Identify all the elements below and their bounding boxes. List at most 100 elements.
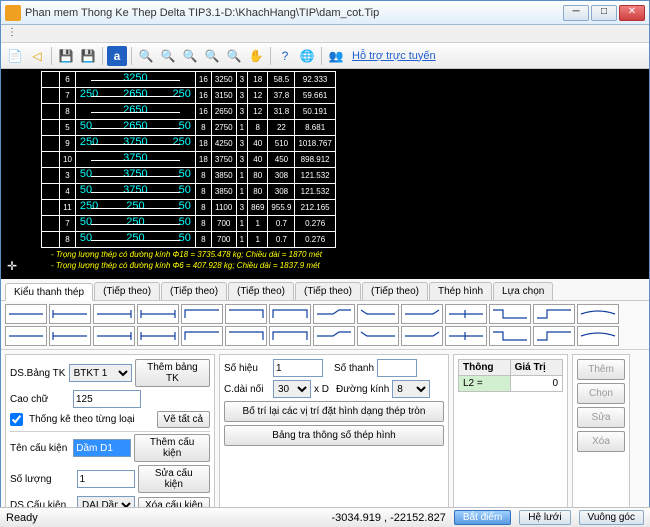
dk-select[interactable]: 8 <box>392 380 430 398</box>
ten-ck-input[interactable] <box>73 439 131 457</box>
shape-24[interactable] <box>445 326 487 346</box>
snap-button[interactable]: Bắt điểm <box>454 510 511 525</box>
ds-bang-label: DS.Bảng TK <box>10 368 66 379</box>
so-luong-input[interactable] <box>77 470 135 488</box>
shape-17[interactable] <box>137 326 179 346</box>
shape-7[interactable] <box>313 304 355 324</box>
menu-bar[interactable]: ⋮ <box>1 25 649 43</box>
tab-6[interactable]: Thép hình <box>429 282 492 300</box>
thong-ke-checkbox[interactable] <box>10 413 23 426</box>
chon-button[interactable]: Chọn <box>577 383 625 404</box>
maximize-button[interactable]: □ <box>591 5 617 21</box>
them-ck-button[interactable]: Thêm cấu kiện <box>134 434 210 462</box>
window-title: Phan mem Thong Ke Thep Delta TIP3.1-D:\K… <box>25 7 563 19</box>
sua-ck-button[interactable]: Sửa cấu kiện <box>138 465 211 493</box>
cad-note-2: - Trọng lượng thép có đường kính Φ6 = 40… <box>51 261 649 270</box>
support-icon[interactable]: 👥 <box>326 46 346 66</box>
so-hieu-input[interactable] <box>273 359 323 377</box>
shape-18[interactable] <box>181 326 223 346</box>
shape-20[interactable] <box>269 326 311 346</box>
shape-palette <box>1 301 649 350</box>
ds-bang-select[interactable]: BTKT 1 <box>69 364 132 382</box>
param-h1: Thông <box>459 360 511 376</box>
close-button[interactable]: ✕ <box>619 5 645 21</box>
shape-16[interactable] <box>93 326 135 346</box>
shape-6[interactable] <box>269 304 311 324</box>
param-l2-value[interactable]: 0 <box>510 376 562 392</box>
shape-15[interactable] <box>49 326 91 346</box>
cao-chu-input[interactable] <box>73 390 141 408</box>
cursor-icon[interactable]: ◁ <box>27 46 47 66</box>
help-icon[interactable]: ? <box>275 46 295 66</box>
panel-right: Thêm Chọn Sửa Xóa <box>572 354 630 522</box>
xd-label: x D <box>314 384 329 395</box>
param-h2: Giá Trị <box>510 360 562 376</box>
new-icon[interactable]: 📄 <box>5 46 25 66</box>
param-l2-label: L2 = <box>459 376 511 392</box>
shape-8[interactable] <box>357 304 399 324</box>
shape-11[interactable] <box>489 304 531 324</box>
so-thanh-input[interactable] <box>377 359 417 377</box>
cad-viewport[interactable]: 6325016325031858.592.3337250265025016315… <box>1 69 649 279</box>
minimize-button[interactable]: ─ <box>563 5 589 21</box>
dk-label: Đường kính <box>336 384 389 395</box>
help-link[interactable]: Hỗ trợ trực tuyến <box>352 50 436 62</box>
pan-icon[interactable]: ✋ <box>246 46 266 66</box>
zoom-out-icon[interactable]: 🔍 <box>202 46 222 66</box>
shape-13[interactable] <box>577 304 619 324</box>
cao-chu-label: Cao chữ <box>10 394 70 405</box>
shape-9[interactable] <box>401 304 443 324</box>
bang-tra-button[interactable]: Bảng tra thông số thép hình <box>224 425 444 446</box>
bo-tri-button[interactable]: Bố trí lại các vị trí đặt hình dạng thép… <box>224 401 444 422</box>
so-thanh-label: Số thanh <box>334 363 374 374</box>
save-icon[interactable]: 💾 <box>56 46 76 66</box>
cdai-label: C.dài nối <box>224 384 270 395</box>
tab-7[interactable]: Lựa chọn <box>493 282 553 300</box>
shape-2[interactable] <box>93 304 135 324</box>
shape-3[interactable] <box>137 304 179 324</box>
tab-2[interactable]: (Tiếp theo) <box>161 282 227 300</box>
shape-5[interactable] <box>225 304 267 324</box>
tab-3[interactable]: (Tiếp theo) <box>228 282 294 300</box>
shape-1[interactable] <box>49 304 91 324</box>
tab-5[interactable]: (Tiếp theo) <box>362 282 428 300</box>
grid-button[interactable]: Hệ lưới <box>519 510 570 525</box>
cad-note-1: - Trọng lượng thép có đường kính Φ18 = 3… <box>51 250 649 259</box>
shape-14[interactable] <box>5 326 47 346</box>
them-bang-button[interactable]: Thêm bảng TK <box>135 359 210 387</box>
shape-19[interactable] <box>225 326 267 346</box>
shape-12[interactable] <box>533 304 575 324</box>
crosshair-icon: ✛ <box>7 259 17 273</box>
shape-25[interactable] <box>489 326 531 346</box>
shape-10[interactable] <box>445 304 487 324</box>
ortho-button[interactable]: Vuông góc <box>579 510 644 525</box>
ten-ck-label: Tên cấu kiện <box>10 443 70 454</box>
them-button[interactable]: Thêm <box>577 359 625 380</box>
tab-bar: Kiểu thanh thép(Tiếp theo)(Tiếp theo)(Ti… <box>1 279 649 301</box>
tab-4[interactable]: (Tiếp theo) <box>295 282 361 300</box>
shape-4[interactable] <box>181 304 223 324</box>
saveall-icon[interactable]: 💾 <box>78 46 98 66</box>
zoom-window-icon[interactable]: 🔍 <box>158 46 178 66</box>
shape-27[interactable] <box>577 326 619 346</box>
shape-23[interactable] <box>401 326 443 346</box>
xoa-button[interactable]: Xóa <box>577 431 625 452</box>
shape-0[interactable] <box>5 304 47 324</box>
sua-button[interactable]: Sửa <box>577 407 625 428</box>
tab-0[interactable]: Kiểu thanh thép <box>5 283 93 301</box>
main-toolbar: 📄 ◁ 💾 💾 a 🔍 🔍 🔍 🔍 🔍 ✋ ? 🌐 👥 Hỗ trợ trực … <box>1 43 649 69</box>
zoom-prev-icon[interactable]: 🔍 <box>180 46 200 66</box>
tab-1[interactable]: (Tiếp theo) <box>94 282 160 300</box>
shape-21[interactable] <box>313 326 355 346</box>
ve-tat-ca-button[interactable]: Vẽ tất cả <box>157 411 210 428</box>
zoom-in-icon[interactable]: 🔍 <box>136 46 156 66</box>
mode-a-button[interactable]: a <box>107 46 127 66</box>
thong-ke-label: Thống kê theo từng loại <box>29 414 135 425</box>
shape-22[interactable] <box>357 326 399 346</box>
cdai-select[interactable]: 30 <box>273 380 311 398</box>
shape-26[interactable] <box>533 326 575 346</box>
app-icon <box>5 5 21 21</box>
globe-icon[interactable]: 🌐 <box>297 46 317 66</box>
panel-params: ThôngGiá Trị L2 =0 <box>453 354 568 522</box>
zoom-extents-icon[interactable]: 🔍 <box>224 46 244 66</box>
